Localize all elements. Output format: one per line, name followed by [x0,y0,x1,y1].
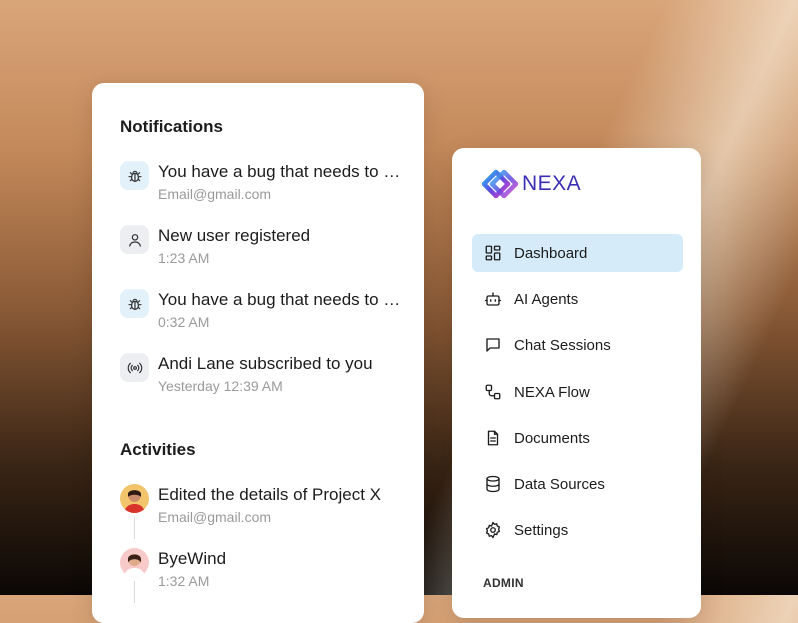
chat-icon [483,335,503,355]
notification-item[interactable]: You have a bug that needs to be fixed Em… [120,161,410,207]
activity-title: Edited the details of Project X [158,485,382,504]
sidebar-item-label: Chat Sessions [514,336,611,354]
gear-icon [483,520,503,540]
sidebar-item-label: Dashboard [514,244,588,262]
activities-title: Activities [120,440,196,459]
sidebar-item-data-sources[interactable]: Data Sources [472,465,683,503]
notification-title: You have a bug that needs to be fixed [158,290,404,309]
user-icon [120,225,149,254]
timeline-connector [134,581,135,603]
notification-item[interactable]: You have a bug that needs to be fixed 0:… [120,289,410,335]
nexa-logo[interactable]: NEXA [482,168,581,200]
notification-subtitle: 1:23 AM [158,250,210,266]
sidebar-item-label: Documents [514,429,590,447]
document-icon [483,428,503,448]
sidebar-item-nexa-flow[interactable]: NEXA Flow [472,373,683,411]
activity-subtitle: Email@gmail.com [158,509,272,525]
sidebar-item-settings[interactable]: Settings [472,511,683,549]
notification-title: New user registered [158,226,311,245]
notification-item[interactable]: Andi Lane subscribed to you Yesterday 12… [120,353,410,399]
notification-subtitle: Yesterday 12:39 AM [158,378,283,394]
notification-title: Andi Lane subscribed to you [158,354,373,373]
notification-subtitle: 0:32 AM [158,314,210,330]
notification-subtitle: Email@gmail.com [158,186,272,202]
flow-icon [483,382,503,402]
dashboard-icon [483,243,503,263]
activity-item[interactable]: Edited the details of Project X Email@gm… [120,484,410,530]
notification-item[interactable]: New user registered 1:23 AM [120,225,410,271]
admin-section-label: ADMIN [483,576,524,590]
sidebar-item-label: NEXA Flow [514,383,590,401]
sidebar-item-chat-sessions[interactable]: Chat Sessions [472,326,683,364]
activity-subtitle: 1:32 AM [158,573,210,589]
sidebar-item-label: AI Agents [514,290,579,308]
sidebar-item-dashboard[interactable]: Dashboard [472,234,683,272]
sidebar-item-label: Data Sources [514,475,605,493]
avatar [120,548,149,577]
activity-title: ByeWind [158,549,227,568]
avatar [120,484,149,513]
diamond-logo-icon [482,170,518,198]
robot-icon [483,289,503,309]
logo-text: NEXA [522,172,582,195]
bug-icon [120,161,149,190]
sidebar-item-ai-agents[interactable]: AI Agents [472,280,683,318]
notifications-title: Notifications [120,117,223,136]
notification-title: You have a bug that needs to be fixed [158,162,404,181]
activity-item[interactable]: ByeWind 1:32 AM [120,548,410,594]
bug-icon [120,289,149,318]
broadcast-icon [120,353,149,382]
sidebar-item-documents[interactable]: Documents [472,419,683,457]
notifications-panel: Notifications You have a bug that needs … [92,83,424,623]
sidebar-item-label: Settings [514,521,569,539]
database-icon [483,474,503,494]
sidebar-panel: NEXA Dashboard AI Agents Chat Sessions N… [452,148,701,618]
